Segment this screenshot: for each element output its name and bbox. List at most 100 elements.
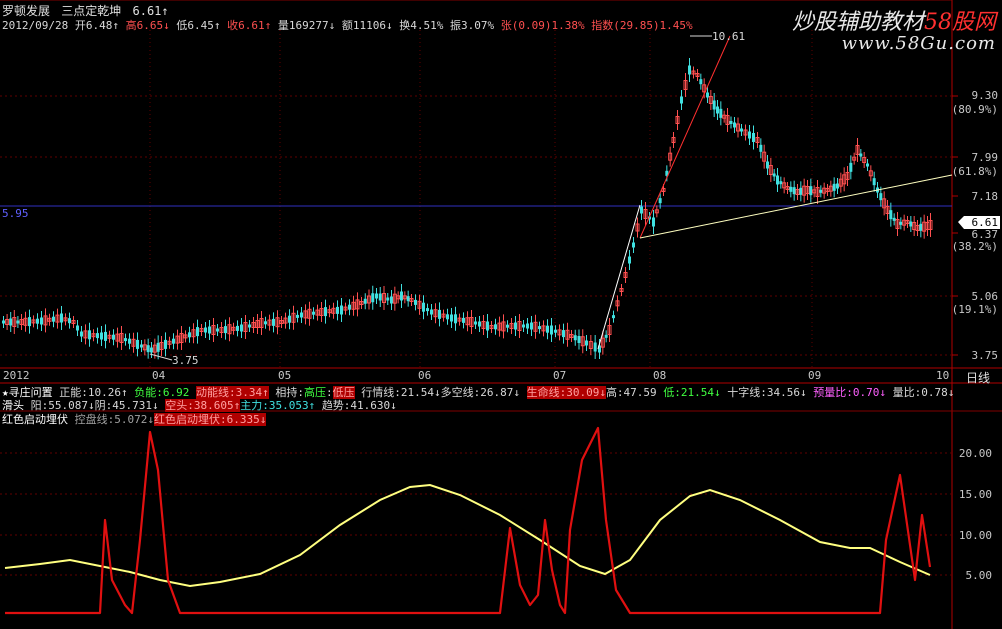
ind-axis-20: 20.00 (958, 447, 992, 460)
candle-body-down (296, 314, 299, 318)
candle-body-down (792, 187, 796, 195)
signal-line-series (5, 426, 932, 615)
date-label-2012: 2012 (3, 369, 30, 382)
chart-frame (0, 0, 1002, 629)
price-label-506: 5.06 (971, 290, 999, 303)
candle-body-down (546, 325, 549, 333)
watermark-accent: 58股网 (924, 10, 996, 35)
chart-canvas[interactable] (0, 0, 1002, 629)
watermark-url: www.58Gu.com (841, 33, 996, 54)
quote-low: 低6.45↑ (176, 19, 221, 32)
candle-body-down (450, 314, 453, 322)
candle-body-down (879, 193, 883, 201)
candle-body-down (889, 210, 893, 220)
candle-body-down (699, 79, 703, 85)
low-point-label: 3.75 (172, 354, 199, 367)
date-label-10: 10 (936, 369, 950, 382)
candle-body-down (96, 333, 99, 339)
trend-line-red (639, 35, 731, 239)
stock-name[interactable]: 罗顿发展 (2, 4, 50, 18)
candle-body-down (348, 304, 351, 310)
candle-body-down (68, 318, 71, 324)
pct-label-618: (61.8%) (951, 165, 998, 178)
candle-body-down (88, 330, 91, 340)
ind-axis-10: 10.00 (958, 529, 992, 542)
candle-body-down (866, 163, 869, 167)
candle-body-down (550, 325, 553, 335)
candle-body-down (438, 309, 441, 319)
candle-body-down (577, 336, 581, 343)
candle-body-down (2, 320, 5, 324)
ind-axis-5: 5.00 (965, 569, 993, 582)
candle-body-down (430, 309, 433, 315)
quote-volume: 量169277↓ (277, 19, 336, 32)
candle-body-down (100, 332, 103, 340)
stock-chart-window: { "header": { "stock_name": "罗顿发展", "ind… (0, 0, 1002, 629)
candle-body-down (60, 313, 63, 323)
indicator-title[interactable]: 三点定乾坤 (61, 4, 121, 18)
candle-body-down (585, 340, 588, 346)
candle-body-down (136, 339, 139, 349)
candle-body-down (216, 328, 219, 332)
ind3-kongpan: 控盘线:5.072↓ (74, 413, 154, 426)
date-label-06: 06 (418, 369, 432, 382)
candle-body-down (752, 133, 755, 142)
candle-body-down (16, 320, 20, 324)
candle-body-down (514, 322, 517, 330)
candle-body-down (733, 122, 736, 128)
candle-body-down (378, 293, 382, 301)
date-label-09: 09 (808, 369, 822, 382)
candle-body-down (530, 322, 533, 330)
pct-label-809: (80.9%) (951, 103, 998, 116)
period-selector[interactable]: 日线 (966, 369, 990, 386)
candle-body-down (538, 326, 541, 330)
candle-body-down (462, 317, 465, 323)
candle-body-down (300, 312, 303, 318)
candle-body-down (729, 121, 733, 124)
last-price: 6.61 (132, 4, 162, 18)
date-label-04: 04 (152, 369, 166, 382)
candle-body-down (248, 324, 251, 328)
candle-body-down (406, 296, 410, 302)
candle-body-down (759, 144, 763, 152)
candle-body-down (604, 334, 608, 338)
candle-body-down (128, 338, 131, 344)
ind3-qidong: 红色启动埋伏:6.335↓ (153, 413, 267, 426)
candle-body-down (748, 131, 751, 139)
ind3-title[interactable]: 红色启动埋伏 (2, 413, 68, 426)
candle-body-down (264, 321, 267, 325)
candle-body-down (872, 178, 876, 186)
candle-body-down (522, 324, 525, 328)
ind1-di: 低:21.54↓ (663, 386, 721, 399)
candle-body-down (272, 318, 275, 326)
candle-body-down (658, 198, 662, 204)
candle-body-down (706, 92, 709, 98)
trend-lines (149, 35, 953, 361)
candle-body-down (196, 327, 199, 337)
quote-high: 高6.65↓ (125, 19, 170, 32)
candle-body-down (612, 315, 615, 319)
candle-body-down (36, 318, 39, 324)
ind1-gao: 高:47.59 (605, 386, 657, 399)
ind1-shengming: 生命线:30.09↓ (526, 386, 606, 399)
candle-body-down (892, 217, 896, 221)
candle-body-down (156, 342, 160, 352)
candle-body-down (632, 242, 635, 248)
candle-body-down (204, 327, 207, 333)
quote-turnover: 换4.51% (399, 19, 444, 32)
candle-body-down (172, 338, 175, 344)
candle-body-down (52, 316, 55, 322)
ind1-yuliang: 预量比:0.70↓ (813, 386, 887, 399)
ind1-liangbi: 量比:0.78↓ (892, 386, 955, 399)
candle-body-down (414, 299, 417, 305)
candle-body-down (652, 217, 655, 227)
candle-body-down (124, 338, 127, 342)
candle-body-down (628, 256, 631, 264)
quote-close: 收6.61↑ (227, 19, 272, 32)
quote-amplitude: 振3.07% (449, 19, 495, 32)
candle-body-down (776, 175, 779, 185)
ind1-shizi: 十字线:34.56↓ (727, 386, 807, 399)
candle-body-down (422, 302, 425, 312)
candle-body-down (446, 314, 449, 320)
candle-body-down (363, 298, 367, 304)
